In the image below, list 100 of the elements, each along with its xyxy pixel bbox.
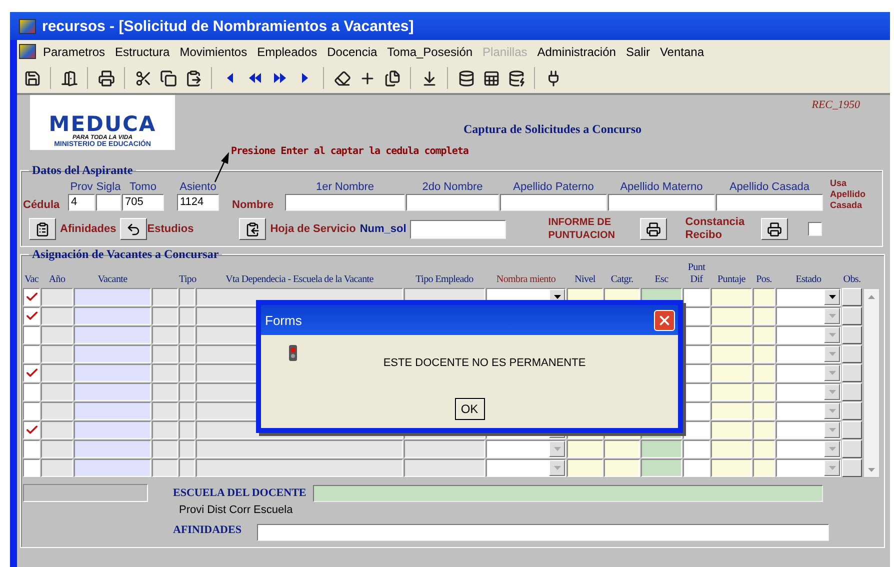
table-cell[interactable] [152, 364, 178, 382]
menu-item[interactable]: Movimientos [174, 44, 252, 58]
notes-button[interactable] [842, 288, 862, 306]
table-cell[interactable] [753, 364, 775, 382]
table-cell[interactable] [152, 307, 178, 325]
notes-button[interactable] [842, 459, 862, 477]
table-cell[interactable] [753, 459, 775, 477]
menu-item[interactable]: Estructura [110, 44, 175, 58]
table-cell[interactable] [41, 459, 73, 477]
table-cell[interactable] [74, 288, 151, 306]
print-button[interactable] [640, 218, 668, 240]
menu-item[interactable]: Salir [620, 44, 655, 58]
dropdown-field[interactable] [776, 383, 841, 401]
checkbox[interactable] [23, 326, 40, 344]
table-cell[interactable] [41, 383, 73, 401]
table-cell[interactable] [683, 421, 710, 439]
notes-button[interactable] [842, 421, 862, 439]
print-button[interactable] [761, 218, 788, 240]
table-cell[interactable] [74, 459, 151, 477]
table-cell[interactable] [74, 326, 151, 344]
table-cell[interactable] [152, 440, 178, 458]
table-cell[interactable] [179, 440, 195, 458]
checkbox[interactable] [23, 383, 40, 401]
dropdown-field[interactable] [486, 459, 566, 477]
table-cell[interactable] [41, 364, 73, 382]
dropdown-field[interactable] [776, 402, 841, 420]
table-cell[interactable] [604, 459, 640, 477]
notes-button[interactable] [842, 364, 862, 382]
table-cell[interactable] [179, 345, 195, 363]
table-cell[interactable] [641, 440, 682, 458]
checkbox[interactable] [23, 459, 40, 477]
checkbox[interactable] [23, 345, 40, 363]
ok-button[interactable]: OK [454, 398, 484, 420]
table-cell[interactable] [753, 326, 775, 344]
input-field[interactable]: 705 [122, 194, 164, 211]
table-cell[interactable] [683, 288, 710, 306]
dropdown-field[interactable] [776, 345, 841, 363]
table-cell[interactable] [404, 459, 485, 477]
table-cell[interactable] [74, 345, 151, 363]
scrollbar[interactable] [863, 288, 880, 478]
input-field[interactable] [257, 524, 830, 541]
input-field[interactable] [608, 194, 715, 211]
table-cell[interactable] [152, 402, 178, 420]
menu-item[interactable]: Administración [532, 44, 621, 58]
table-cell[interactable] [179, 459, 195, 477]
table-cell[interactable] [711, 459, 752, 477]
checkbox[interactable] [23, 440, 40, 458]
checkbox[interactable] [808, 222, 822, 236]
table-cell[interactable] [753, 402, 775, 420]
table-cell[interactable] [179, 402, 195, 420]
table-cell[interactable] [74, 307, 151, 325]
table-cell[interactable] [711, 288, 752, 306]
input-field[interactable] [406, 194, 499, 211]
input-field[interactable] [285, 194, 405, 211]
table-cell[interactable] [152, 421, 178, 439]
table-cell[interactable] [196, 459, 403, 477]
table-cell[interactable] [41, 402, 73, 420]
input-field[interactable] [313, 484, 823, 502]
checkbox[interactable] [23, 402, 40, 420]
table-cell[interactable] [152, 459, 178, 477]
table-cell[interactable] [711, 440, 752, 458]
table-cell[interactable] [74, 383, 151, 401]
table-cell[interactable] [753, 307, 775, 325]
table-cell[interactable] [711, 402, 752, 420]
table-cell[interactable] [179, 364, 195, 382]
table-cell[interactable] [179, 326, 195, 344]
table-cell[interactable] [74, 440, 151, 458]
table-cell[interactable] [753, 345, 775, 363]
menu-item[interactable]: Toma_Posesión [382, 44, 478, 58]
notes-button[interactable] [842, 345, 862, 363]
table-cell[interactable] [683, 440, 710, 458]
table-cell[interactable] [641, 459, 682, 477]
dropdown-field[interactable] [776, 364, 841, 382]
notes-button[interactable] [842, 440, 862, 458]
input-field[interactable] [716, 194, 823, 211]
table-cell[interactable] [179, 383, 195, 401]
undo-button[interactable] [120, 218, 148, 240]
clipboard-button[interactable] [239, 218, 266, 240]
table-cell[interactable] [711, 326, 752, 344]
table-cell[interactable] [152, 326, 178, 344]
clipboard-button[interactable] [29, 218, 56, 240]
dropdown-field[interactable] [776, 440, 841, 458]
notes-button[interactable] [842, 307, 862, 325]
checkbox[interactable] [23, 421, 40, 439]
input-field[interactable] [500, 194, 607, 211]
table-cell[interactable] [41, 288, 73, 306]
dropdown-field[interactable] [776, 307, 841, 325]
table-cell[interactable] [41, 326, 73, 344]
close-button[interactable] [654, 310, 675, 330]
notes-button[interactable] [842, 326, 862, 344]
checkbox[interactable] [23, 288, 40, 306]
menu-item[interactable]: Ventana [654, 44, 710, 58]
notes-button[interactable] [842, 402, 862, 420]
checkbox[interactable] [23, 307, 40, 325]
table-cell[interactable] [711, 307, 752, 325]
input-field[interactable] [96, 194, 121, 211]
menu-item[interactable]: Empleados [252, 44, 322, 58]
table-cell[interactable] [753, 440, 775, 458]
table-cell[interactable] [74, 364, 151, 382]
notes-button[interactable] [842, 383, 862, 401]
